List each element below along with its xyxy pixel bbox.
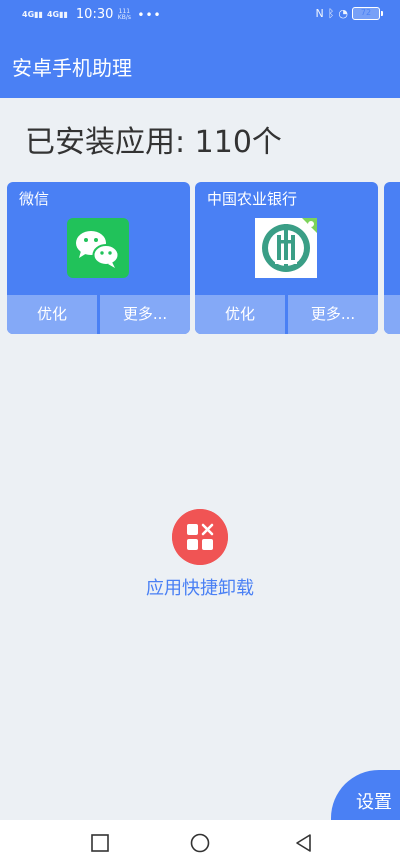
recent-apps-icon[interactable] bbox=[90, 833, 110, 853]
wifi-icon: ◔ bbox=[338, 7, 348, 20]
back-icon[interactable] bbox=[294, 833, 314, 853]
app-card-peek[interactable] bbox=[384, 182, 400, 334]
optimize-button[interactable]: 优化 bbox=[7, 295, 97, 334]
navigation-bar bbox=[0, 820, 400, 866]
status-bar: 4G▮▮ 4G▮▮ 10:30 111 KB/s ••• Ν ᛒ ◔ 72 bbox=[0, 0, 400, 30]
home-icon[interactable] bbox=[190, 833, 210, 853]
more-button[interactable]: 更多... bbox=[100, 295, 190, 334]
network-speed: 111 KB/s bbox=[117, 7, 131, 21]
more-notifications-icon: ••• bbox=[137, 7, 162, 22]
status-time: 10:30 bbox=[75, 7, 114, 22]
app-card-list[interactable]: 微信 优化 更多... 中国农业银行 优化 更多... bbox=[0, 182, 400, 334]
app-title: 安卓手机助理 bbox=[12, 56, 132, 80]
agricultural-bank-icon bbox=[255, 218, 317, 278]
app-name: 中国农业银行 bbox=[207, 190, 298, 208]
status-left: 4G▮▮ 4G▮▮ 10:30 111 KB/s ••• bbox=[22, 7, 162, 22]
optimize-button[interactable]: 优化 bbox=[195, 295, 285, 334]
nfc-icon: Ν bbox=[315, 7, 324, 20]
status-right: Ν ᛒ ◔ 72 bbox=[315, 7, 383, 20]
installed-apps-count: 已安装应用: 110个 bbox=[25, 125, 282, 160]
app-card-abchina[interactable]: 中国农业银行 优化 更多... bbox=[195, 182, 378, 334]
wechat-icon bbox=[67, 218, 129, 278]
bluetooth-icon: ᛒ bbox=[327, 7, 335, 20]
app-card-wechat[interactable]: 微信 优化 更多... bbox=[7, 182, 190, 334]
quick-uninstall-label[interactable]: 应用快捷卸载 bbox=[100, 574, 300, 600]
signal-icon: 4G▮▮ bbox=[22, 10, 43, 19]
settings-button[interactable]: 设置 bbox=[331, 770, 400, 820]
signal-icon-2: 4G▮▮ bbox=[46, 10, 68, 19]
app-name: 微信 bbox=[19, 190, 50, 208]
card-actions-peek bbox=[384, 295, 400, 334]
settings-label: 设置 bbox=[356, 792, 392, 813]
more-button[interactable]: 更多... bbox=[288, 295, 378, 334]
battery-icon: 72 bbox=[352, 7, 383, 20]
card-actions: 优化 更多... bbox=[195, 295, 378, 334]
card-actions: 优化 更多... bbox=[7, 295, 190, 334]
quick-uninstall-button[interactable] bbox=[172, 509, 228, 565]
